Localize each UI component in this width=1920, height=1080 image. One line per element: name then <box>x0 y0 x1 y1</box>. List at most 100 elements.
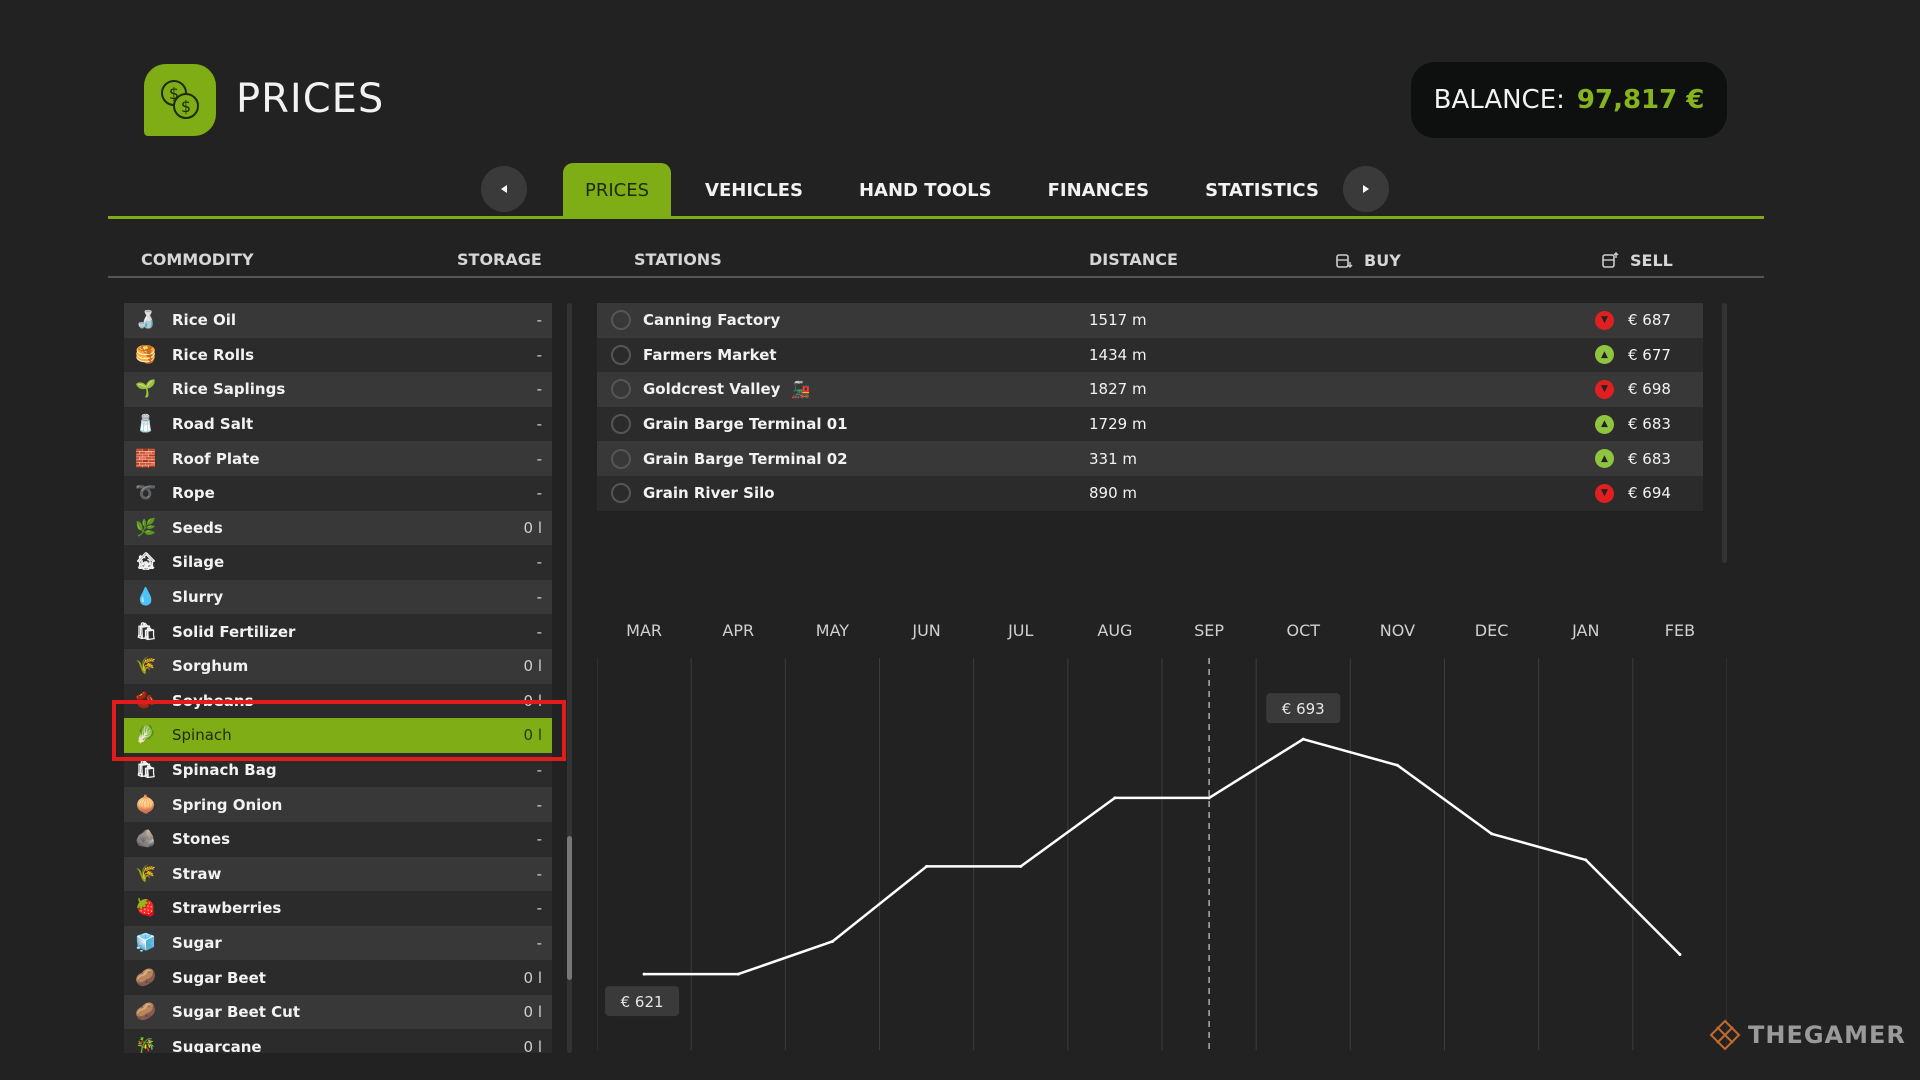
arrow-left-icon <box>501 185 507 193</box>
month-label: MAY <box>816 621 850 640</box>
column-header-buy: BUY <box>1334 250 1401 270</box>
station-name: Grain Barge Terminal 01 <box>643 415 848 434</box>
trend-up-icon: ▲ <box>1595 449 1614 469</box>
commodity-name: Sorghum <box>172 657 249 676</box>
commodity-row[interactable]: 🧂 Road Salt - <box>124 406 552 442</box>
tab-finances[interactable]: FINANCES <box>1026 163 1172 218</box>
commodity-row[interactable]: 🎋 Sugarcane 0 l <box>124 1029 552 1053</box>
commodity-scrollbar-thumb[interactable] <box>567 836 572 980</box>
station-sell-price: € 683 <box>1628 415 1671 434</box>
commodity-row[interactable]: 🌾 Straw - <box>124 856 552 892</box>
commodity-storage: - <box>536 899 542 918</box>
commodity-row[interactable]: 🥔 Sugar Beet 0 l <box>124 960 552 995</box>
trend-up-icon: ▲ <box>1595 414 1614 434</box>
commodity-row[interactable]: 🛍 Spinach Bag - <box>124 752 552 788</box>
tab-hand-tools[interactable]: HAND TOOLS <box>837 163 1014 218</box>
column-header-commodity: COMMODITY <box>141 250 254 269</box>
road-salt-icon: 🧂 <box>135 414 157 435</box>
max-price-label: € 693 <box>1282 700 1325 718</box>
commodity-storage: 0 l <box>523 657 542 676</box>
month-label: JUN <box>911 621 940 640</box>
commodity-row[interactable]: 🧊 Sugar - <box>124 925 552 961</box>
commodity-name: Rice Rolls <box>172 345 255 364</box>
price-point <box>925 864 929 868</box>
commodity-row[interactable]: 🧅 Spring Onion - <box>124 787 552 822</box>
rice-saplings-icon: 🌱 <box>135 379 157 400</box>
station-row[interactable]: Grain River Silo 890 m ▼ € 694 <box>597 475 1703 511</box>
column-header-stations: STATIONS <box>634 250 722 269</box>
tab-vehicles[interactable]: VEHICLES <box>683 163 825 218</box>
commodity-storage: - <box>536 484 542 503</box>
commodity-row[interactable]: 🫘 Soybeans 0 l <box>124 683 552 719</box>
station-row[interactable]: Goldcrest Valley 🚂 1827 m ▼ € 698 <box>597 372 1703 407</box>
next-tab-button[interactable] <box>1343 166 1389 212</box>
balance-display: BALANCE: 97,817 € <box>1411 62 1727 138</box>
commodity-row[interactable]: 💧 Slurry - <box>124 579 552 615</box>
station-sell-price: € 683 <box>1628 449 1671 468</box>
commodity-storage: - <box>536 449 542 468</box>
buy-silo-icon <box>1336 254 1353 268</box>
month-label: DEC <box>1475 621 1509 640</box>
commodity-storage: - <box>536 553 542 572</box>
station-name: Farmers Market <box>643 345 777 364</box>
commodity-row[interactable]: 🥞 Rice Rolls - <box>124 337 552 373</box>
station-distance: 1827 m <box>1089 380 1147 399</box>
set-target-icon[interactable] <box>611 310 631 331</box>
station-row[interactable]: Grain Barge Terminal 02 331 m ▲ € 683 <box>597 441 1703 476</box>
commodity-storage: 0 l <box>523 518 542 537</box>
station-row[interactable]: Grain Barge Terminal 01 1729 m ▲ € 683 <box>597 406 1703 442</box>
set-target-icon[interactable] <box>611 379 631 400</box>
commodity-row[interactable]: 🏚 Silage - <box>124 545 552 580</box>
set-target-icon[interactable] <box>611 483 631 504</box>
price-point <box>830 939 834 943</box>
price-point <box>642 972 646 976</box>
page-title: PRICES <box>236 76 385 122</box>
commodity-row[interactable]: ➰ Rope - <box>124 475 552 511</box>
month-label: FEB <box>1665 621 1695 640</box>
sugar-beet-icon: 🥔 <box>135 967 157 988</box>
commodity-storage: - <box>536 933 542 952</box>
prev-tab-button[interactable] <box>481 166 527 212</box>
commodity-row[interactable]: 🛍 Solid Fertilizer - <box>124 614 552 649</box>
commodity-row[interactable]: 🌿 Seeds 0 l <box>124 510 552 546</box>
commodity-row[interactable]: 🍓 Strawberries - <box>124 891 552 926</box>
commodity-name: Sugar Beet Cut <box>172 1003 300 1022</box>
commodity-name: Slurry <box>172 588 224 607</box>
tab-statistics[interactable]: STATISTICS <box>1183 163 1341 218</box>
set-target-icon[interactable] <box>611 414 631 435</box>
tab-prices[interactable]: PRICES <box>563 163 672 218</box>
strawberries-icon: 🍓 <box>135 898 157 919</box>
station-distance: 331 m <box>1089 449 1138 468</box>
commodity-row[interactable]: 🍶 Rice Oil - <box>124 303 552 338</box>
station-row[interactable]: Farmers Market 1434 m ▲ € 677 <box>597 337 1703 373</box>
commodity-row[interactable]: 🥔 Sugar Beet Cut 0 l <box>124 994 552 1030</box>
commodity-name: Sugar <box>172 933 222 952</box>
stations-scrollbar[interactable] <box>1722 303 1727 563</box>
station-name: Canning Factory <box>643 311 781 330</box>
svg-text:$: $ <box>169 84 179 103</box>
commodity-name: Seeds <box>172 518 223 537</box>
set-target-icon[interactable] <box>611 344 631 365</box>
station-name-cell: Grain River Silo <box>643 484 1088 502</box>
commodity-name: Rope <box>172 484 215 503</box>
commodity-list: 🍶 Rice Oil - 🥞 Rice Rolls - 🌱 Rice Saplings - 🧂 Ro… <box>124 303 552 1053</box>
commodity-storage: - <box>536 622 542 641</box>
commodity-storage: - <box>536 380 542 399</box>
seeds-icon: 🌿 <box>135 517 157 538</box>
commodity-name: Stones <box>172 830 231 849</box>
price-history-chart: MAR APR MAY JUN JUL AUG SEP OCT NOV DEC JAN FEB € 69… <box>597 610 1727 1050</box>
station-distance: 890 m <box>1089 484 1138 503</box>
commodity-row[interactable]: 🌱 Rice Saplings - <box>124 372 552 407</box>
commodity-row[interactable]: 🪨 Stones - <box>124 821 552 857</box>
commodity-storage: 0 l <box>523 1037 542 1053</box>
commodity-row[interactable]: 🧱 Roof Plate - <box>124 441 552 476</box>
spinach-bag-icon: 🛍 <box>135 760 157 781</box>
price-point <box>1019 864 1023 868</box>
commodity-row[interactable]: 🌾 Sorghum 0 l <box>124 648 552 684</box>
station-row[interactable]: Canning Factory 1517 m ▼ € 687 <box>597 303 1703 338</box>
balance-label: BALANCE: <box>1433 85 1565 115</box>
set-target-icon[interactable] <box>611 448 631 469</box>
commodity-row[interactable]: 🥬 Spinach 0 l <box>124 718 552 753</box>
silage-icon: 🏚 <box>135 552 157 573</box>
svg-text:$: $ <box>181 97 191 116</box>
